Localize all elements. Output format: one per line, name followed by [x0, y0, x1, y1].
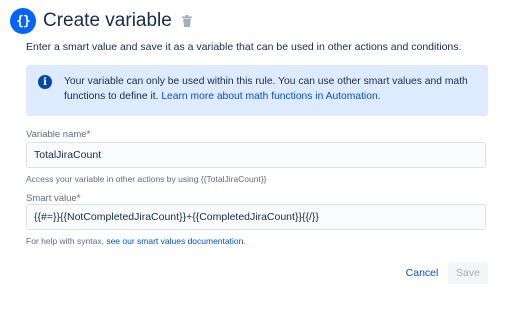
smart-value-helper-suffix: . — [243, 236, 246, 246]
smart-value-helper-prefix: For help with syntax, — [26, 236, 107, 246]
smart-value-label-text: Smart value — [26, 193, 77, 204]
info-panel: i Your variable can only be used within … — [26, 65, 488, 116]
variable-name-input[interactable]: TotalJiraCount — [26, 142, 486, 168]
math-functions-link[interactable]: Learn more about math functions in Autom… — [161, 91, 380, 102]
smart-value-helper: For help with syntax, see our smart valu… — [26, 236, 246, 246]
required-marker: * — [76, 193, 81, 204]
smart-value-input[interactable]: {{#=}}{{NotCompletedJiraCount}}+{{Comple… — [26, 204, 486, 230]
variable-name-label-text: Variable name — [26, 129, 87, 140]
curly-braces-icon: {} — [10, 8, 36, 34]
variable-name-helper: Access your variable in other actions by… — [26, 174, 267, 184]
required-marker: * — [86, 129, 91, 140]
smart-values-docs-link[interactable]: see our smart values documentation — [106, 236, 243, 246]
smart-value-label: Smart value* — [26, 193, 80, 204]
info-icon: i — [38, 75, 52, 89]
dialog-title: Create variable — [43, 10, 172, 31]
info-text: Your variable can only be used within th… — [64, 74, 479, 104]
dialog-description: Enter a smart value and save it as a var… — [26, 41, 462, 53]
variable-name-label: Variable name* — [26, 129, 90, 140]
save-button[interactable]: Save — [448, 262, 488, 284]
trash-icon[interactable] — [180, 14, 194, 28]
cancel-button[interactable]: Cancel — [400, 262, 444, 284]
dialog-header: {} Create variable — [10, 6, 194, 36]
create-variable-dialog: {} Create variable Enter a smart value a… — [0, 0, 526, 314]
